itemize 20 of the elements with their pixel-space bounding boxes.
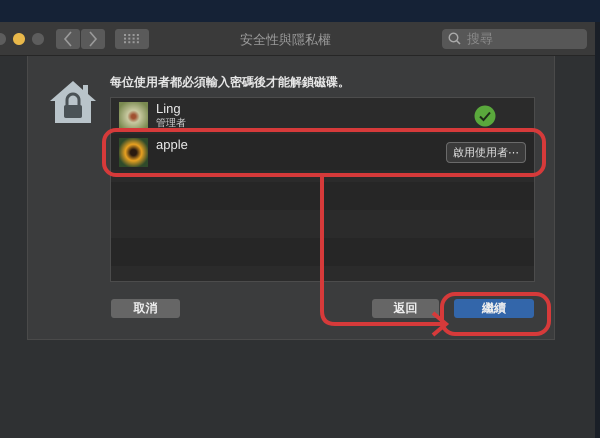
user-name: Ling <box>156 101 182 116</box>
minimize-button[interactable] <box>13 32 25 44</box>
show-all-button[interactable] <box>115 28 149 48</box>
grid-icon <box>124 34 140 44</box>
user-role: 管理者 <box>156 116 187 130</box>
checkmark-icon <box>474 105 496 127</box>
user-name: apple <box>156 137 189 152</box>
window-title: 安全性與隱私權 <box>240 31 331 49</box>
chevron-right-icon <box>88 30 98 46</box>
dialog-button[interactable]: 返回 <box>372 299 439 318</box>
instruction-text: 每位使用者都必須輸入密碼後才能解鎖磁碟。 <box>110 74 351 91</box>
search-icon <box>448 32 461 45</box>
back-button[interactable] <box>56 28 80 48</box>
photo-placeholder <box>119 138 148 166</box>
dialog-button[interactable]: 取消 <box>111 299 180 318</box>
photo-placeholder <box>119 102 148 130</box>
forward-button[interactable] <box>81 28 105 48</box>
chevron-left-icon <box>63 30 73 46</box>
dialog-button[interactable]: 繼續 <box>454 299 534 318</box>
enable-user-button[interactable]: 啟用使用者⋯ <box>446 142 526 162</box>
